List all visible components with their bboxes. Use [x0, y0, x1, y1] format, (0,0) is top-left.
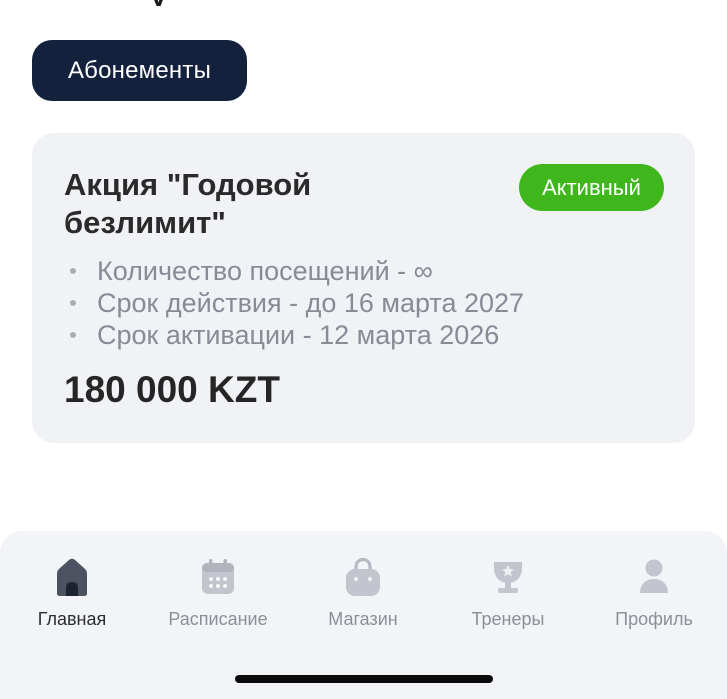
home-indicator[interactable] — [235, 675, 493, 683]
tab-label: Главная — [37, 609, 107, 629]
tab-label: Тренеры — [471, 609, 545, 629]
feature-validity: Срок действия - до 16 марта 2027 — [70, 287, 524, 319]
status-badge: Активный — [519, 164, 664, 211]
subscription-price: 180 000 KZT — [64, 369, 280, 410]
tab-profile[interactable]: Профиль — [584, 555, 724, 630]
subscription-title: Акция "Годовой безлимит" — [64, 167, 312, 240]
tab-shop[interactable]: Магазин — [293, 555, 433, 630]
bullet-icon — [70, 300, 76, 306]
subscription-card[interactable]: Акция "Годовой безлимит" Активный Количе… — [32, 133, 695, 443]
cut-off-heading: у — [150, 0, 184, 6]
tab-label: Расписание — [168, 609, 268, 629]
tab-schedule[interactable]: Расписание — [148, 555, 288, 630]
bottom-tab-bar: Главная Расписание Магазин Тренеры Профи… — [0, 531, 727, 699]
subscriptions-tab-label: Абонементы — [67, 56, 212, 84]
feature-text: Срок активации - 12 марта 2026 — [97, 320, 500, 350]
bullet-icon — [70, 268, 76, 274]
feature-text: Срок действия - до 16 марта 2027 — [97, 288, 525, 318]
bullet-icon — [70, 332, 76, 338]
subscription-features: Количество посещений - ∞ Срок действия -… — [70, 255, 524, 351]
calendar-icon — [202, 559, 234, 594]
profile-icon — [640, 559, 668, 593]
trophy-icon — [494, 562, 522, 593]
subscriptions-screen: у Абонементы Акция "Годовой безлимит" Ак… — [0, 0, 727, 699]
home-icon — [57, 558, 87, 596]
subscriptions-tab-button[interactable]: Абонементы — [32, 40, 247, 101]
shopping-bag-icon — [346, 557, 380, 596]
feature-activation: Срок активации - 12 марта 2026 — [70, 319, 524, 351]
feature-text: Количество посещений - ∞ — [97, 256, 433, 286]
feature-visits: Количество посещений - ∞ — [70, 255, 524, 287]
tab-label: Магазин — [328, 609, 398, 629]
tab-label: Профиль — [615, 609, 693, 629]
tab-home[interactable]: Главная — [2, 555, 142, 630]
tab-trainers[interactable]: Тренеры — [438, 555, 578, 630]
